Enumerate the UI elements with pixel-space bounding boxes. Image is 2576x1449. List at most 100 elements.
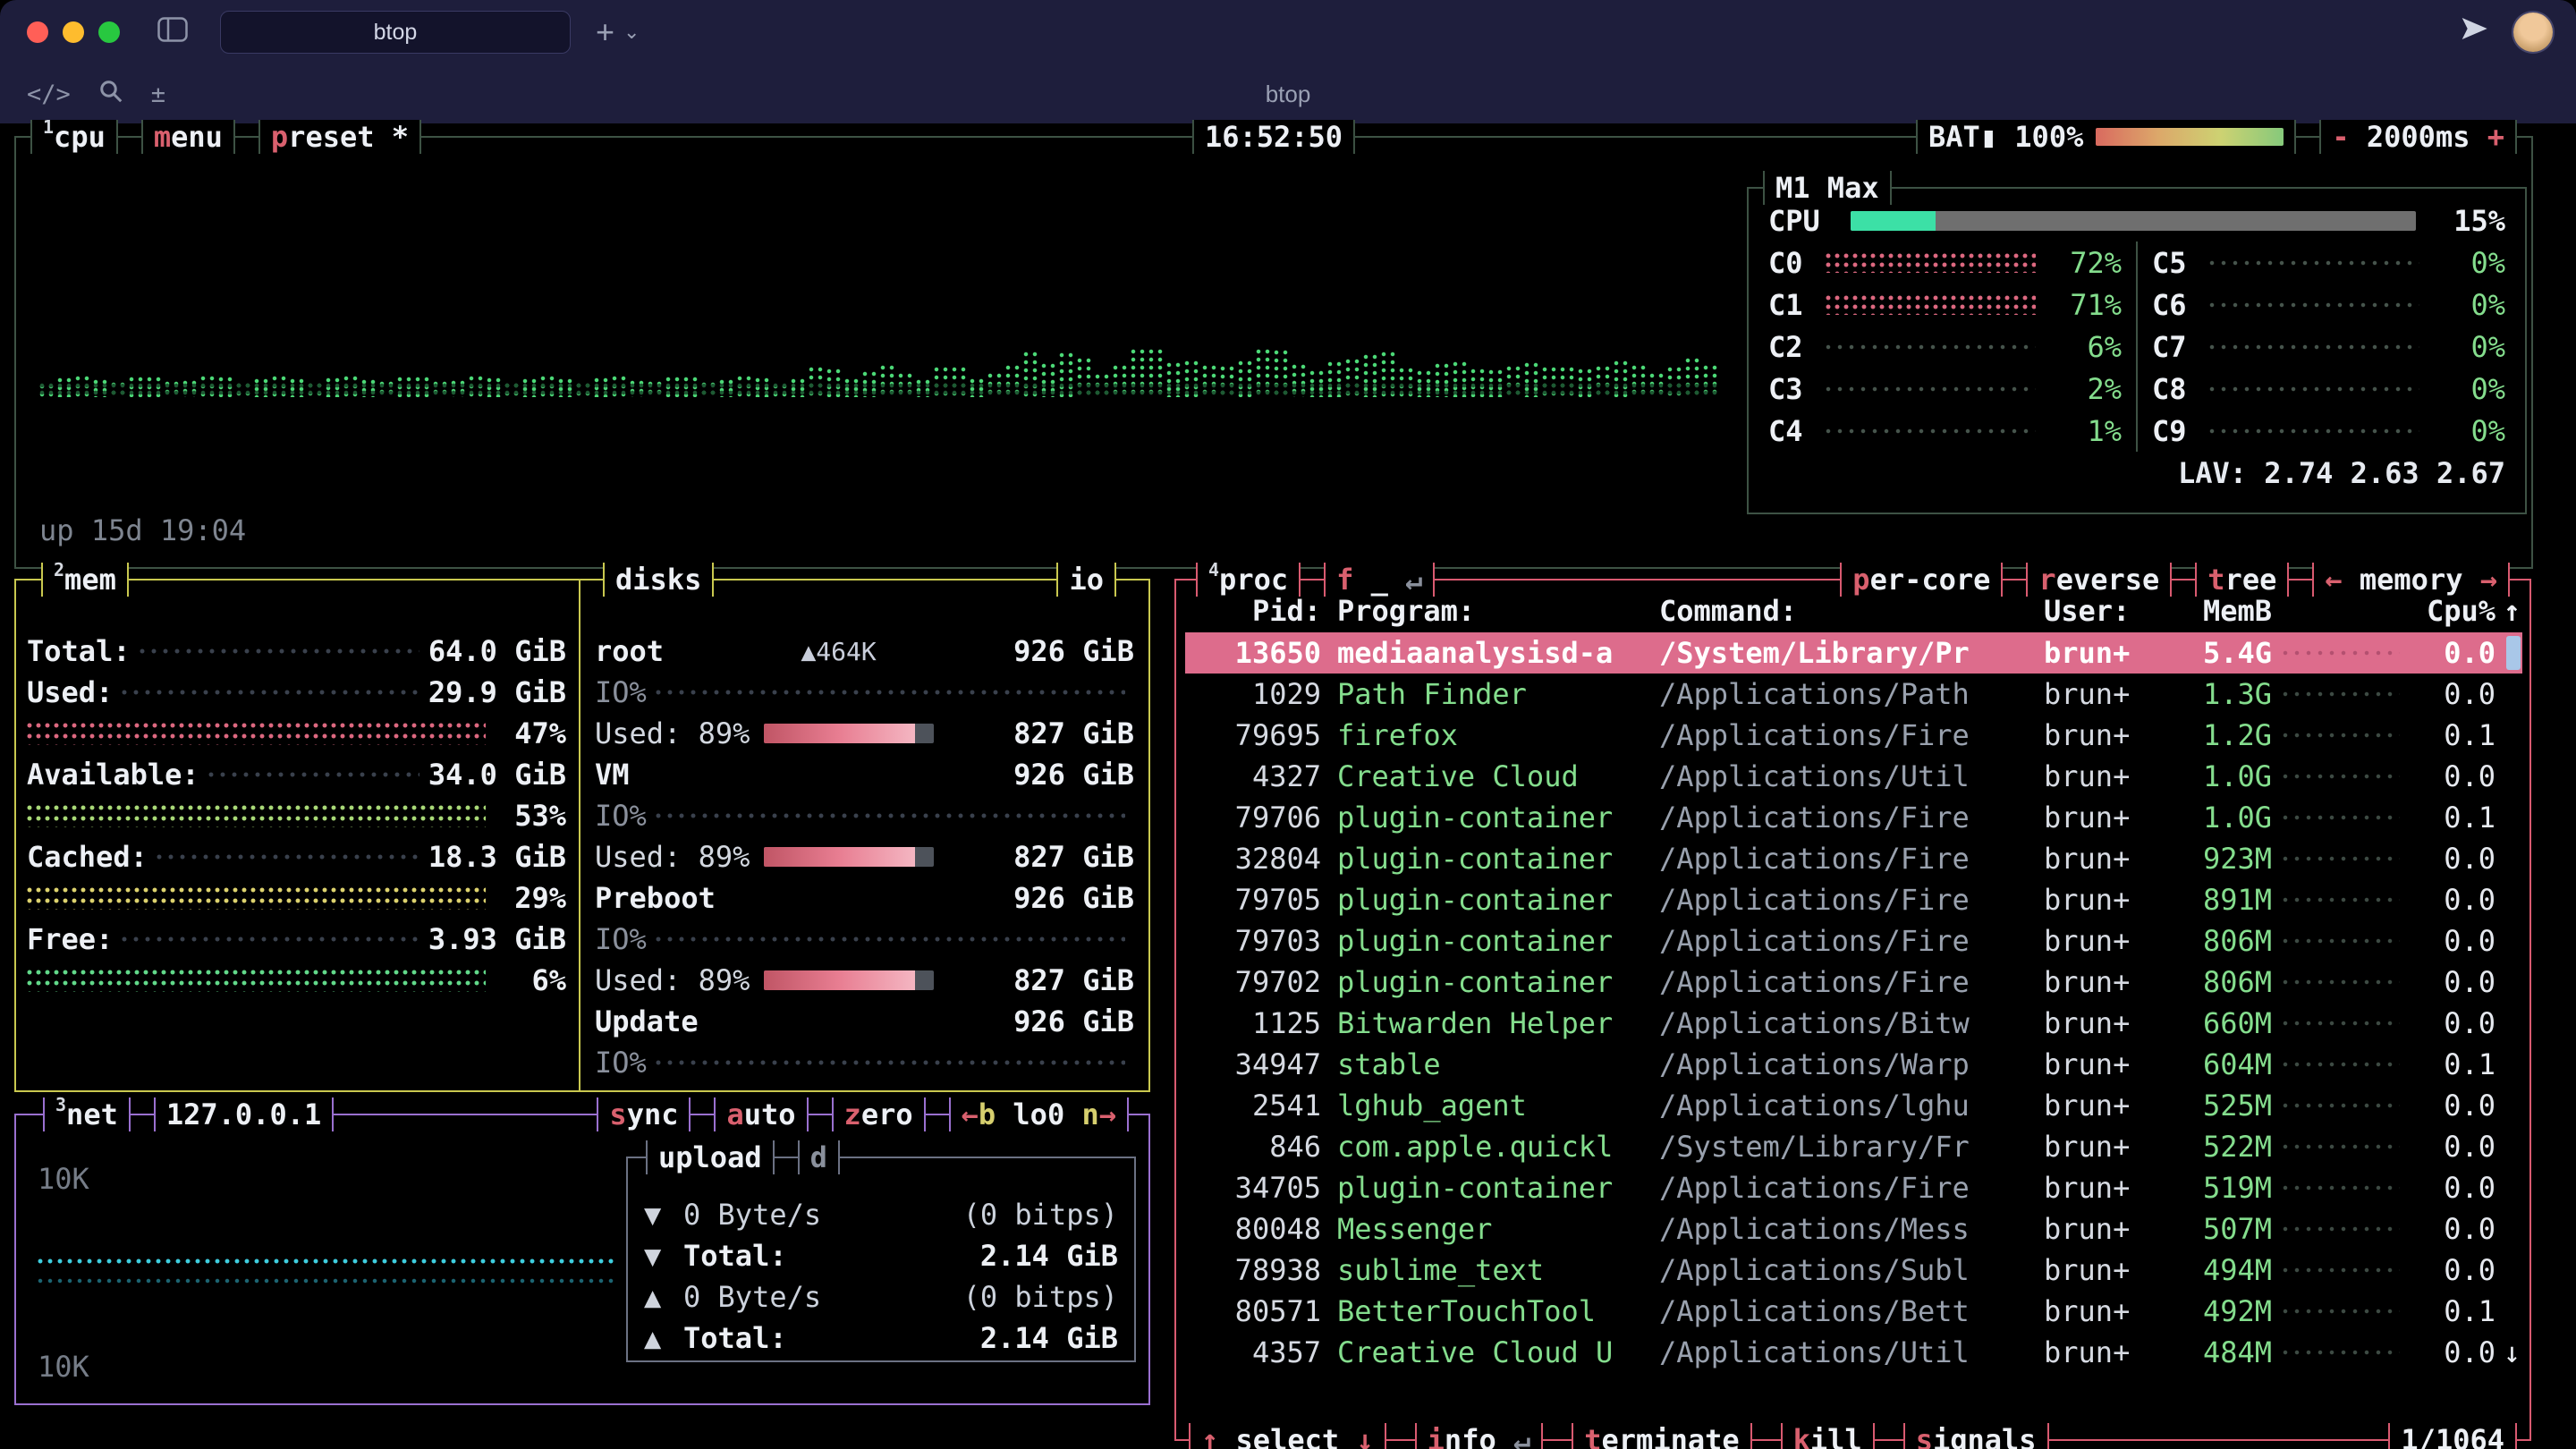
proc-search[interactable]: f _ ↵	[1324, 563, 1435, 597]
proc-option-reverse[interactable]: reverse	[2026, 563, 2172, 597]
kill-button[interactable]: kill	[1781, 1423, 1875, 1449]
process-row[interactable]: 79706plugin-container/Applications/Fireb…	[1185, 797, 2522, 838]
process-row[interactable]: 4327Creative Cloud/Applications/Utilbrun…	[1185, 756, 2522, 797]
sidebar-toggle-icon[interactable]	[157, 16, 188, 49]
cpu-total-label: CPU	[1768, 204, 1836, 238]
process-row[interactable]: 79702plugin-container/Applications/Fireb…	[1185, 962, 2522, 1003]
code-blocks-icon[interactable]: </>	[27, 80, 71, 108]
proc-command: /Applications/Mess	[1659, 1212, 2044, 1246]
process-row[interactable]: 846com.apple.quickl/System/Library/Frbru…	[1185, 1126, 2522, 1167]
proc-user: brun+	[2044, 759, 2169, 793]
sort-column-switcher[interactable]: ← memory →	[2312, 563, 2510, 597]
disks-io-toggle[interactable]: io	[1056, 563, 1116, 597]
terminal-tab[interactable]: btop	[220, 11, 571, 54]
plusminus-icon[interactable]: ±	[151, 80, 165, 108]
preset-button[interactable]: preset *	[258, 120, 421, 154]
chevron-down-icon[interactable]: ⌄	[623, 21, 640, 44]
sort-prev-arrow[interactable]: ←	[2325, 563, 2342, 597]
disk-used-percent: 89%	[699, 716, 750, 750]
up-arrow-key[interactable]: ↑	[1201, 1423, 1218, 1449]
toolbar: </> ± btop	[0, 64, 2576, 123]
down-arrow-key[interactable]: ↓	[1356, 1423, 1373, 1449]
process-row[interactable]: 1125Bitwarden Helper/Applications/Bitwbr…	[1185, 1003, 2522, 1044]
menu-button[interactable]: menu	[141, 120, 235, 154]
process-row[interactable]: 2541lghub_agent/Applications/lghubrun+52…	[1185, 1085, 2522, 1126]
process-row[interactable]: 4357Creative Cloud U/Applications/Utilbr…	[1185, 1332, 2522, 1373]
disks-title[interactable]: disks	[603, 563, 714, 597]
avatar[interactable]	[2513, 13, 2553, 52]
net-box-title[interactable]: 3net	[43, 1097, 131, 1131]
proc-user: brun+	[2044, 1006, 2169, 1040]
core-label: C1	[1768, 288, 1826, 322]
proc-mem-graph	[2283, 1013, 2400, 1033]
terminate-button[interactable]: terminate	[1572, 1423, 1751, 1449]
prev-interface-arrow[interactable]: ←	[962, 1097, 979, 1131]
dotted-leader	[656, 688, 1125, 697]
process-row[interactable]: 80048Messenger/Applications/Messbrun+507…	[1185, 1208, 2522, 1250]
proc-mem: 484M	[2169, 1335, 2272, 1369]
mem-stat-label: Used:	[27, 675, 113, 709]
process-row[interactable]: 78938sublime_text/Applications/Sublbrun+…	[1185, 1250, 2522, 1291]
sort-next-arrow[interactable]: →	[2480, 563, 2497, 597]
process-row[interactable]: 13650mediaanalysisd-a/System/Library/Prb…	[1185, 632, 2522, 674]
upload-rows: ▼0 Byte/s(0 bitps)▼Total:2.14 GiB▲0 Byte…	[628, 1158, 1134, 1360]
net-graph-key[interactable]: d	[798, 1140, 840, 1174]
process-row[interactable]: 80571BetterTouchTool/Applications/Bettbr…	[1185, 1291, 2522, 1332]
process-row[interactable]: 32804plugin-container/Applications/Fireb…	[1185, 838, 2522, 879]
proc-pid: 79703	[1185, 924, 1337, 958]
mem-box-title[interactable]: 2mem	[41, 563, 129, 597]
header-user[interactable]: User:	[2044, 594, 2169, 628]
disk-name-row: VM926 GiB	[595, 754, 1134, 795]
core-usage-graph	[1826, 421, 2036, 441]
scroll-down-arrow[interactable]: ↓	[2504, 1335, 2521, 1369]
info-button[interactable]: info ↵	[1415, 1423, 1544, 1449]
process-row[interactable]: 34705plugin-container/Applications/Fireb…	[1185, 1167, 2522, 1208]
net-interface-switcher[interactable]: ←b lo0 n→	[949, 1097, 1129, 1131]
select-controls[interactable]: ↑ select ↓	[1189, 1423, 1386, 1449]
core-label: C7	[2152, 330, 2209, 364]
update-interval: - 2000ms +	[2319, 120, 2517, 154]
net-option-auto[interactable]: auto	[714, 1097, 808, 1131]
scrollbar-thumb[interactable]	[2506, 636, 2521, 670]
header-pid[interactable]: Pid:	[1185, 594, 1337, 628]
disk-used-row: Used: 89%827 GiB	[595, 713, 1134, 754]
scroll-up-arrow[interactable]: ↑	[2496, 594, 2522, 628]
net-upload-graph	[38, 1278, 614, 1285]
search-icon[interactable]	[97, 78, 124, 111]
header-program[interactable]: Program:	[1337, 594, 1659, 628]
interval-decrease-button[interactable]: -	[2332, 120, 2349, 154]
next-interface-arrow[interactable]: →	[1099, 1097, 1116, 1131]
signals-button[interactable]: signals	[1903, 1423, 2049, 1449]
sort-column: memory	[2360, 563, 2463, 597]
proc-mem: 923M	[2169, 842, 2272, 876]
proc-box-title[interactable]: 4proc	[1196, 563, 1301, 597]
core-usage-graph	[2209, 295, 2419, 315]
uptime: up 15d 19:04	[39, 513, 246, 547]
close-button[interactable]	[27, 21, 48, 43]
process-row[interactable]: 79695firefox/Applications/Firebrun+1.2G0…	[1185, 715, 2522, 756]
header-command[interactable]: Command:	[1659, 594, 2044, 628]
process-row[interactable]: 79705plugin-container/Applications/Fireb…	[1185, 879, 2522, 920]
ai-plane-icon[interactable]	[2460, 14, 2488, 50]
process-row[interactable]: 1029Path Finder/Applications/Pathbrun+1.…	[1185, 674, 2522, 715]
load-average: LAV: 2.74 2.63 2.67	[1768, 452, 2505, 494]
process-row[interactable]: 34947stable/Applications/Warpbrun+604M0.…	[1185, 1044, 2522, 1085]
enter-key-icon: ↵	[1513, 1423, 1530, 1449]
disk-name-row: Update926 GiB	[595, 1001, 1134, 1042]
process-row[interactable]: 79703plugin-container/Applications/Fireb…	[1185, 920, 2522, 962]
proc-option-tree[interactable]: tree	[2195, 563, 2289, 597]
proc-mem-graph	[2283, 972, 2400, 992]
net-option-zero[interactable]: zero	[832, 1097, 926, 1131]
zoom-button[interactable]	[98, 21, 120, 43]
net-option-sync[interactable]: sync	[597, 1097, 691, 1131]
minimize-button[interactable]	[63, 21, 84, 43]
interval-increase-button[interactable]: +	[2487, 120, 2504, 154]
cpu-box-title[interactable]: 1cpu	[30, 120, 118, 154]
proc-user: brun+	[2044, 677, 2169, 711]
disk-used-meter	[764, 847, 934, 867]
interface-name: lo0	[1013, 1097, 1064, 1131]
header-mem[interactable]: MemB	[2169, 594, 2272, 628]
proc-option-per-core[interactable]: per-core	[1840, 563, 2003, 597]
header-cpu[interactable]: Cpu%	[2411, 594, 2496, 628]
new-tab-button[interactable]: +	[596, 16, 614, 48]
